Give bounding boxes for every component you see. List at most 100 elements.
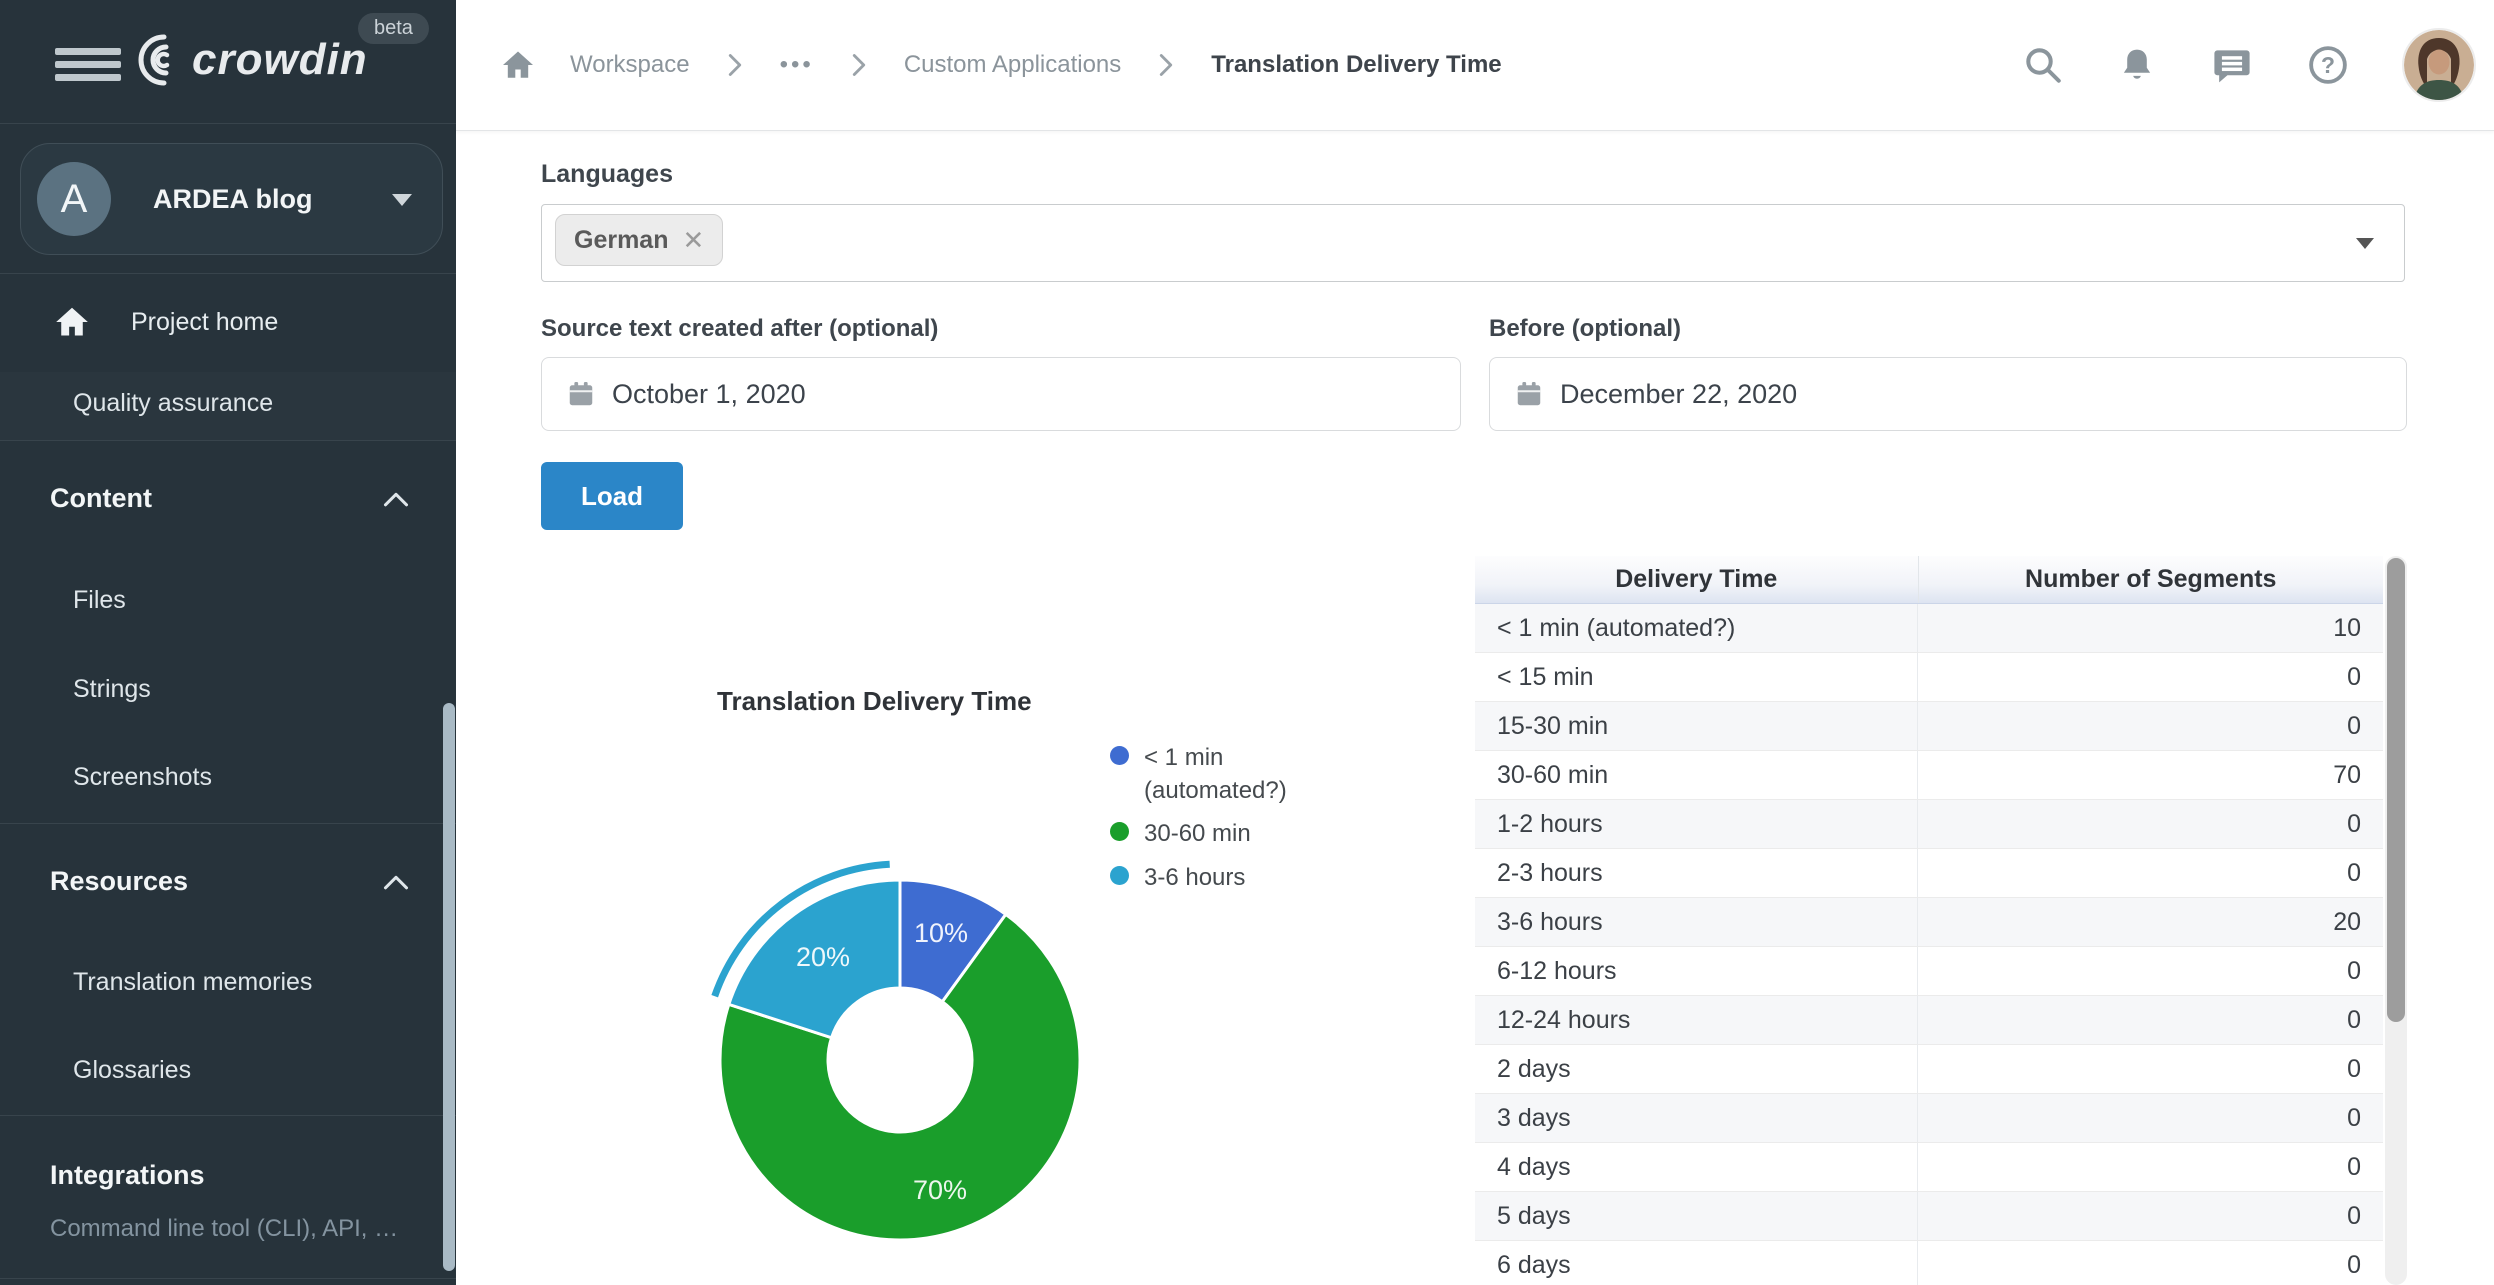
chevron-up-icon [382,872,410,892]
slice-percent-label: 10% [914,918,968,948]
table-row[interactable]: 3 days0 [1475,1094,2383,1143]
before-date-input[interactable]: December 22, 2020 [1489,357,2407,431]
table-row[interactable]: 15-30 min0 [1475,702,2383,751]
sidebar-item-label: Quality assurance [73,389,273,418]
cell-delivery-time: 3 days [1475,1094,1918,1142]
table-row[interactable]: 12-24 hours0 [1475,996,2383,1045]
legend-label: 30-60 min [1144,818,1251,851]
sidebar-section-integrations[interactable]: Integrations [50,1160,205,1191]
sidebar-section-resources[interactable]: Resources [50,866,410,897]
slice-percent-label: 70% [913,1175,967,1205]
table-header-row: Delivery Time Number of Segments [1475,556,2383,604]
chevron-right-icon [724,52,746,78]
table-row[interactable]: < 1 min (automated?)10 [1475,604,2383,653]
cell-delivery-time: 2 days [1475,1045,1918,1093]
help-icon[interactable]: ? [2306,43,2350,87]
crowdin-logo[interactable]: crowdin [126,34,368,86]
table-row[interactable]: < 15 min0 [1475,653,2383,702]
legend-item[interactable]: 30-60 min [1110,818,1287,851]
calendar-icon [1514,379,1544,409]
messages-icon[interactable] [2210,43,2254,87]
cell-segments: 10 [1918,604,2383,652]
project-switcher[interactable]: A ARDEA blog [20,143,443,255]
before-date-label: Before (optional) [1489,315,1681,343]
table-row[interactable]: 1-2 hours0 [1475,800,2383,849]
sidebar-item-quality-assurance[interactable]: Quality assurance [0,372,456,440]
app-window: crowdin beta A ARDEA blog Project home Q… [0,0,2494,1285]
legend-item[interactable]: 3-6 hours [1110,862,1287,895]
table-row[interactable]: 3-6 hours20 [1475,898,2383,947]
segments-table: Delivery Time Number of Segments < 1 min… [1475,556,2383,1285]
table-row[interactable]: 2-3 hours0 [1475,849,2383,898]
search-icon[interactable] [2022,44,2064,86]
cell-delivery-time: 15-30 min [1475,702,1918,750]
table-scrollbar-thumb[interactable] [2387,558,2405,1022]
sidebar-section-content[interactable]: Content [50,483,410,514]
sidebar-item-strings[interactable]: Strings [73,675,151,704]
chart-title: Translation Delivery Time [717,686,1032,717]
chart-legend: < 1 min (automated?) 30-60 min 3-6 hours [1110,742,1287,906]
chevron-up-icon [382,489,410,509]
legend-dot-icon [1110,822,1129,841]
user-avatar[interactable] [2402,28,2476,102]
cell-segments: 0 [1918,849,2383,897]
cell-segments: 0 [1918,996,2383,1044]
column-header-number-of-segments[interactable]: Number of Segments [1919,556,2383,603]
table-row[interactable]: 30-60 min70 [1475,751,2383,800]
cell-delivery-time: 5 days [1475,1192,1918,1240]
cell-segments: 0 [1918,1045,2383,1093]
cell-segments: 0 [1918,1094,2383,1142]
donut-chart: 10% 20% 70% [690,850,1110,1270]
cell-segments: 0 [1918,653,2383,701]
sidebar-item-project-home[interactable]: Project home [53,303,278,341]
legend-item[interactable]: < 1 min (automated?) [1110,742,1287,807]
legend-dot-icon [1110,746,1129,765]
cell-delivery-time: 3-6 hours [1475,898,1918,946]
languages-select[interactable]: German ✕ [541,204,2405,282]
sidebar-item-label: Project home [131,308,278,337]
chevron-right-icon [1155,52,1177,78]
chip-remove-icon[interactable]: ✕ [682,225,704,256]
beta-badge: beta [358,13,429,44]
table-row[interactable]: 5 days0 [1475,1192,2383,1241]
breadcrumb-ellipsis[interactable]: ••• [780,51,814,79]
breadcrumb-custom-applications[interactable]: Custom Applications [904,51,1121,79]
languages-label: Languages [541,160,673,189]
cell-delivery-time: 6-12 hours [1475,947,1918,995]
sidebar-item-screenshots[interactable]: Screenshots [73,763,212,792]
section-label: Content [50,483,152,514]
load-button[interactable]: Load [541,462,683,530]
cell-delivery-time: 4 days [1475,1143,1918,1191]
divider [0,440,456,441]
integrations-subtext: Command line tool (CLI), API, … [50,1215,398,1243]
table-row[interactable]: 4 days0 [1475,1143,2383,1192]
cell-delivery-time: 2-3 hours [1475,849,1918,897]
sidebar-item-glossaries[interactable]: Glossaries [73,1056,191,1085]
home-icon [53,303,91,341]
crowdin-logo-text: crowdin [192,35,368,85]
home-icon[interactable] [500,47,536,83]
table-row[interactable]: 6 days0 [1475,1241,2383,1285]
topbar-actions: ? [2022,0,2476,130]
table-row[interactable]: 2 days0 [1475,1045,2383,1094]
legend-label: < 1 min [1144,742,1287,775]
legend-dot-icon [1110,866,1129,885]
cell-segments: 20 [1918,898,2383,946]
table-row[interactable]: 6-12 hours0 [1475,947,2383,996]
notifications-bell-icon[interactable] [2116,44,2158,86]
breadcrumb: Workspace ••• Custom Applications Transl… [500,0,1502,130]
column-header-delivery-time[interactable]: Delivery Time [1475,556,1919,603]
cell-segments: 70 [1918,751,2383,799]
sidebar-item-files[interactable]: Files [73,586,126,615]
after-date-input[interactable]: October 1, 2020 [541,357,1461,431]
breadcrumb-workspace[interactable]: Workspace [570,51,690,79]
project-name: ARDEA blog [153,184,312,215]
divider [0,1115,456,1116]
sidebar-scrollbar[interactable] [443,703,455,1271]
sidebar-item-translation-memories[interactable]: Translation memories [73,968,312,997]
cell-segments: 0 [1918,1143,2383,1191]
divider [0,123,456,124]
hamburger-menu-button[interactable] [55,48,121,82]
sidebar: crowdin beta A ARDEA blog Project home Q… [0,0,456,1285]
cell-segments: 0 [1918,702,2383,750]
